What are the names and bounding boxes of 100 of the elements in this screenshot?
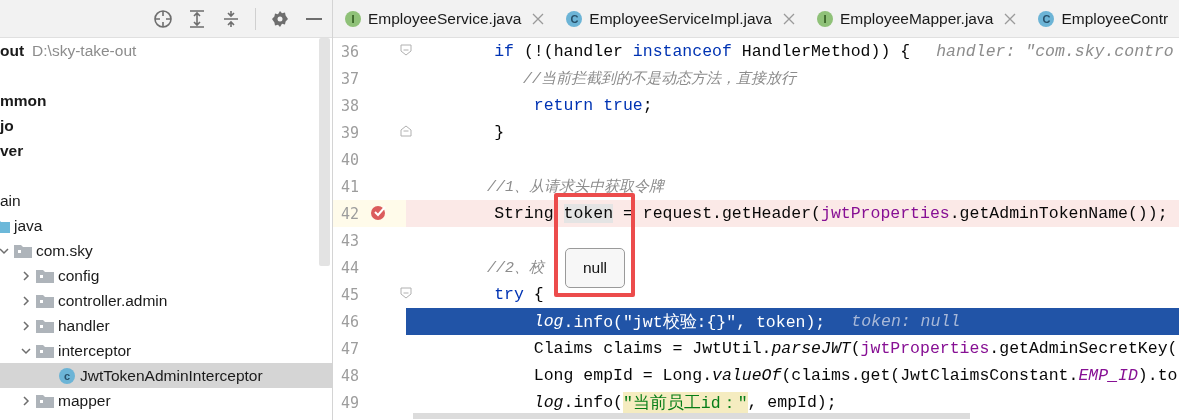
inline-hint: token: null (851, 312, 961, 331)
folder-icon (36, 393, 54, 408)
tab-label: EmployeeMapper.java (840, 9, 994, 28)
line-number: 47 (341, 339, 361, 358)
editor-tab[interactable]: I EmployeeService.java (333, 0, 555, 37)
code-text: log (532, 312, 564, 331)
tree-label: out (0, 41, 25, 60)
inline-hint: handler: "com.sky.contro (936, 42, 1174, 61)
code-text: "当前员工id：" (622, 391, 748, 414)
folder-icon (14, 243, 32, 258)
code-text: valueOf (712, 366, 782, 385)
code-text: Claims claims = JwtUtil. (532, 339, 772, 358)
tree-label: config (58, 266, 100, 285)
breakpoint-icon[interactable] (370, 204, 387, 221)
code-text: return (532, 96, 594, 115)
code-text: (!(handler (522, 42, 624, 61)
close-icon[interactable] (532, 12, 545, 25)
code-text: HandlerMethod)) { (740, 42, 911, 61)
tree-item[interactable]: ain (0, 188, 332, 213)
expand-all-icon[interactable] (187, 8, 207, 29)
tree-item[interactable]: controller.admin (0, 288, 332, 313)
code-text: try (493, 285, 524, 304)
tree-label: JwtTokenAdminInterceptor (80, 366, 263, 385)
code-text: jwtProperties (821, 204, 950, 223)
tree-item[interactable]: com.sky (0, 238, 332, 263)
tree-item[interactable]: mmon (0, 88, 332, 113)
tree-item[interactable]: config (0, 263, 332, 288)
tab-label: EmployeeContr (1061, 9, 1169, 28)
selected-tree-item[interactable]: c JwtTokenAdminInterceptor (0, 363, 332, 388)
class-icon: C (1038, 10, 1055, 27)
chevron-right-icon[interactable] (20, 319, 32, 332)
line-number: 36 (341, 42, 361, 61)
editor-tab[interactable]: C EmployeeServiceImpl.java (554, 0, 805, 37)
line-number: 44 (341, 258, 361, 277)
tree-label: controller.admin (58, 291, 168, 310)
tree-label: interceptor (58, 341, 132, 360)
code-text: String (493, 204, 555, 223)
line-number: 37 (341, 69, 361, 88)
code-text: .getAdminSecretKey( (989, 339, 1178, 358)
tree-label: handler (58, 316, 110, 335)
tree-label: jo (0, 116, 14, 135)
tree-label: mapper (58, 391, 111, 410)
tree-item[interactable]: jo (0, 113, 332, 138)
editor-tab[interactable]: C EmployeeContr (1026, 0, 1179, 37)
close-icon[interactable] (783, 12, 795, 25)
code-text: .info( (563, 393, 623, 412)
code-text: //当前拦截到的不是动态方法，直接放行 (522, 69, 797, 88)
code-text: ).to (1137, 366, 1178, 385)
line-number: 40 (341, 150, 361, 169)
line-number: 49 (341, 393, 361, 412)
chevron-right-icon[interactable] (20, 294, 32, 307)
line-number: 41 (341, 177, 361, 196)
tree-item[interactable]: out D:\sky-take-out (0, 38, 332, 63)
code-text: , empId); (747, 393, 837, 412)
line-number: 38 (341, 96, 361, 115)
class-icon: C (566, 10, 583, 27)
code-text: log (532, 393, 564, 412)
folder-icon (36, 268, 54, 283)
tab-label: EmployeeServiceImpl.java (589, 9, 772, 28)
code-text: EMP_ID (1078, 366, 1138, 385)
collapse-all-icon[interactable] (221, 8, 241, 29)
value-tooltip: null (565, 248, 625, 288)
code-text: //2、校 (486, 259, 545, 277)
tree-item[interactable]: interceptor (0, 338, 332, 363)
line-number: 42 (341, 204, 361, 223)
tree-item[interactable]: ver (0, 138, 332, 163)
line-number: 45 (341, 285, 361, 304)
tab-label: EmployeeService.java (368, 9, 522, 28)
tree-label: com.sky (36, 241, 93, 260)
chevron-right-icon[interactable] (20, 269, 32, 282)
interface-icon: I (345, 10, 361, 27)
editor-tab[interactable]: I EmployeeMapper.java (805, 0, 1027, 37)
line-number: 39 (341, 123, 361, 142)
code-text: .info("jwt校验:{}", token); (563, 311, 826, 333)
tree-label: java (14, 216, 43, 235)
code-text: if (493, 42, 515, 61)
folder-icon (36, 318, 54, 333)
chevron-right-icon[interactable] (20, 394, 32, 407)
tree-item[interactable]: handler (0, 313, 332, 338)
scrollbar[interactable] (319, 38, 330, 266)
code-text: Long empId = Long. (532, 366, 713, 385)
code-text: parseJWT (771, 339, 851, 358)
code-text: jwtProperties (860, 339, 990, 358)
code-text: .getAdminTokenName()); (949, 204, 1168, 223)
line-number: 48 (341, 366, 361, 385)
code-text: ; (642, 96, 653, 115)
code-text: } (493, 123, 505, 142)
class-icon: c (59, 367, 75, 384)
line-number: 43 (341, 231, 361, 250)
project-path: D:\sky-take-out (32, 41, 137, 60)
folder-icon (36, 293, 54, 308)
code-text: token (563, 204, 614, 223)
tree-item[interactable]: java (0, 213, 332, 238)
tree-label: ver (0, 141, 24, 160)
close-icon[interactable] (1004, 12, 1017, 25)
code-text: (claims.get(JwtClaimsConstant. (781, 366, 1079, 385)
tree-item[interactable]: mapper (0, 388, 332, 413)
folder-icon (36, 343, 54, 358)
scrollbar[interactable] (413, 413, 970, 419)
locate-icon[interactable] (153, 8, 173, 29)
